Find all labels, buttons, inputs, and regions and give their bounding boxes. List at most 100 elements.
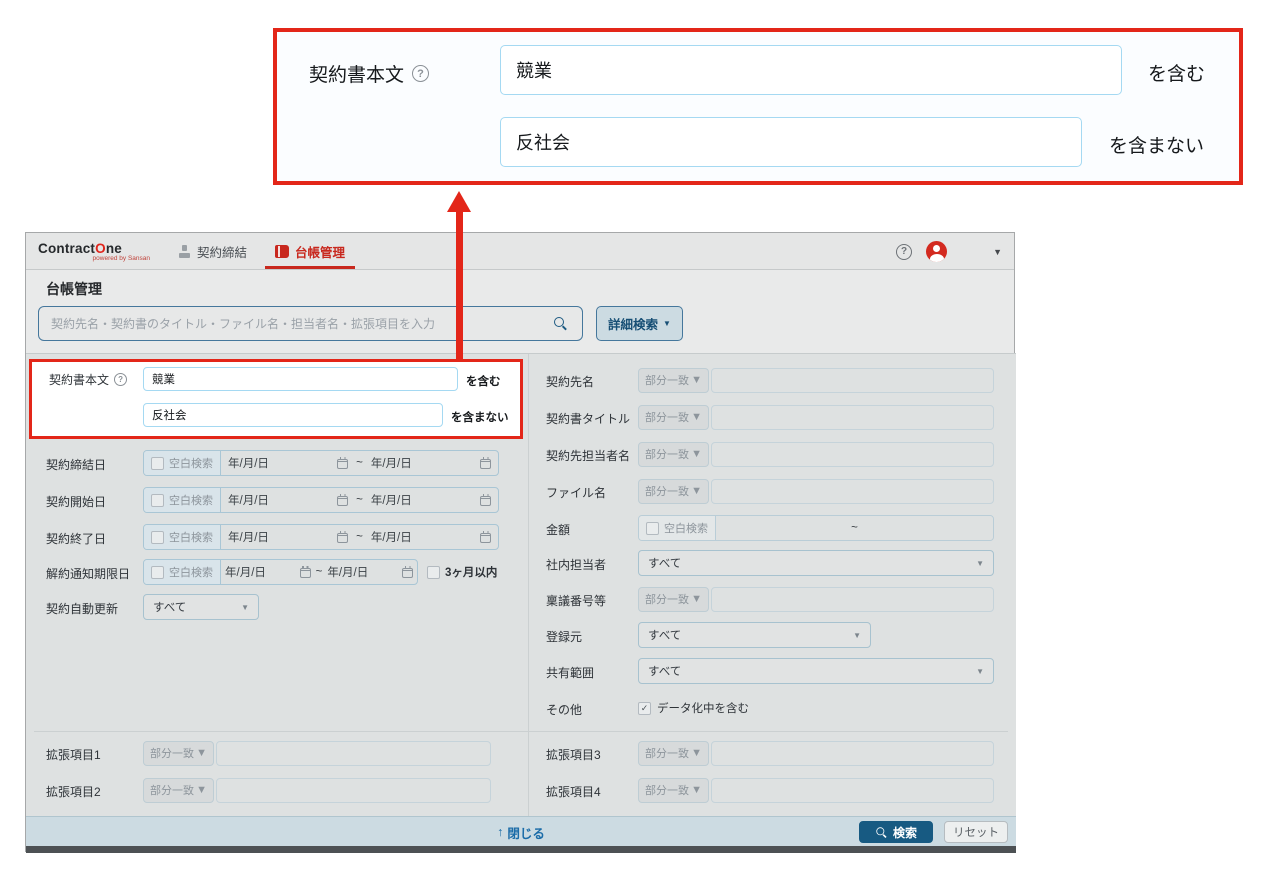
partner-contact-input[interactable] <box>711 442 994 467</box>
form-footer: ↑ 閉じる 検索 リセット <box>26 816 1016 846</box>
tab-ledger-management[interactable]: 台帳管理 <box>265 233 355 269</box>
contract-title-match-select[interactable]: 部分一致 ▼ <box>638 405 709 430</box>
reset-button[interactable]: リセット <box>944 821 1008 843</box>
user-avatar[interactable] <box>926 241 947 262</box>
search-submit-button[interactable]: 検索 <box>859 821 933 843</box>
ext-2-match-select[interactable]: 部分一致 ▼ <box>143 778 214 803</box>
checkbox-checked-icon[interactable]: ✓ <box>638 702 651 715</box>
contract-body-exclude-input[interactable] <box>143 403 443 427</box>
date-from-input[interactable]: 年/月/日 <box>221 451 355 475</box>
amount-range-inputs[interactable]: ~ <box>716 516 993 540</box>
callout-exclude-input[interactable] <box>500 117 1082 167</box>
calendar-icon[interactable] <box>337 459 348 469</box>
field-row-cancel-notice: 空白検索 年/月/日 ~ 年/月/日 3ヶ月以内 <box>143 559 497 585</box>
callout-include-input[interactable] <box>500 45 1122 95</box>
callout-include-suffix: を含む <box>1148 59 1205 86</box>
chevron-down-icon: ▼ <box>691 485 702 497</box>
contract-one-logo[interactable]: ContractOne powered by Sansan <box>38 233 150 269</box>
ext-4-input[interactable] <box>711 778 994 803</box>
chevron-down-icon: ▼ <box>241 603 249 612</box>
field-row-auto-renew: すべて ▼ <box>143 594 259 620</box>
search-icon[interactable] <box>554 317 567 330</box>
field-row-contract-date: 空白検索 年/月/日 ~ 年/月/日 <box>143 450 499 476</box>
help-icon[interactable]: ? <box>896 244 912 260</box>
calendar-icon[interactable] <box>300 568 311 578</box>
include-digitizing-option[interactable]: ✓ データ化中を含む <box>638 700 749 716</box>
contract-body-label-text: 契約書本文 <box>309 60 404 87</box>
chevron-down-icon: ▼ <box>976 559 984 568</box>
auto-renew-select[interactable]: すべて ▼ <box>143 594 259 620</box>
field-label-registration-source: 登録元 <box>546 628 582 645</box>
contract-body-callout: 契約書本文 ? を含む を含まない <box>273 28 1243 185</box>
calendar-icon[interactable] <box>337 533 348 543</box>
date-to-input[interactable]: 年/月/日 <box>364 525 498 549</box>
date-from-input[interactable]: 年/月/日 <box>221 488 355 512</box>
ext-4-match-select[interactable]: 部分一致 ▼ <box>638 778 709 803</box>
checkbox-icon[interactable] <box>646 522 659 535</box>
range-tilde: ~ <box>850 522 859 534</box>
partner-name-match-select[interactable]: 部分一致 ▼ <box>638 368 709 393</box>
ext-2-input[interactable] <box>216 778 491 803</box>
ext-3-input[interactable] <box>711 741 994 766</box>
help-icon[interactable]: ? <box>412 65 429 82</box>
calendar-icon[interactable] <box>480 496 491 506</box>
contract-body-field-label: 契約書本文 ? <box>49 371 127 388</box>
field-label-ext-3: 拡張項目3 <box>546 746 601 763</box>
blank-search-option[interactable]: 空白検索 <box>144 451 221 475</box>
date-to-input[interactable]: 年/月/日 <box>364 488 498 512</box>
contract-body-callout-label: 契約書本文 ? <box>309 60 429 87</box>
ext-1-match-select[interactable]: 部分一致 ▼ <box>143 741 214 766</box>
field-label-ext-4: 拡張項目4 <box>546 783 601 800</box>
checkbox-icon[interactable] <box>151 457 164 470</box>
within-3-months-option[interactable]: 3ヶ月以内 <box>427 564 497 580</box>
callout-arrow-head-icon <box>447 191 471 212</box>
date-to-input[interactable]: 年/月/日 <box>364 451 498 475</box>
file-name-input[interactable] <box>711 479 994 504</box>
checkbox-icon[interactable] <box>151 494 164 507</box>
partner-name-input[interactable] <box>711 368 994 393</box>
checkbox-icon[interactable] <box>427 566 440 579</box>
date-from-input[interactable]: 年/月/日 <box>221 560 315 584</box>
contract-title-input[interactable] <box>711 405 994 430</box>
field-row-internal-manager: すべて ▼ <box>638 550 994 576</box>
contract-body-section-highlighted: 契約書本文 ? を含む を含まない <box>29 359 523 439</box>
arrow-up-icon: ↑ <box>497 825 503 839</box>
calendar-icon[interactable] <box>480 533 491 543</box>
stamp-icon <box>178 245 191 258</box>
ext-1-input[interactable] <box>216 741 491 766</box>
header-right-actions: ? ▼ <box>896 233 1014 270</box>
blank-search-option[interactable]: 空白検索 <box>639 516 716 540</box>
file-name-match-select[interactable]: 部分一致 ▼ <box>638 479 709 504</box>
field-label-ext-2: 拡張項目2 <box>46 783 101 800</box>
blank-search-option[interactable]: 空白検索 <box>144 488 221 512</box>
checkbox-icon[interactable] <box>151 531 164 544</box>
registration-source-select[interactable]: すべて ▼ <box>638 622 871 648</box>
tab-contract-sign-label: 契約締結 <box>197 242 247 261</box>
ringi-number-match-select[interactable]: 部分一致 ▼ <box>638 587 709 612</box>
calendar-icon[interactable] <box>480 459 491 469</box>
calendar-icon[interactable] <box>402 568 413 578</box>
field-row-ringi-number: 部分一致 ▼ <box>638 586 994 612</box>
contract-body-include-input[interactable] <box>143 367 458 391</box>
field-label-start-date: 契約開始日 <box>46 493 106 510</box>
cancel-notice-range-group: 空白検索 年/月/日 ~ 年/月/日 <box>143 559 418 585</box>
calendar-icon[interactable] <box>337 496 348 506</box>
advanced-search-button[interactable]: 詳細検索 ▼ <box>596 306 683 341</box>
partner-contact-match-select[interactable]: 部分一致 ▼ <box>638 442 709 467</box>
page-title: 台帳管理 <box>46 279 102 299</box>
blank-search-option[interactable]: 空白検索 <box>144 560 221 584</box>
help-icon[interactable]: ? <box>114 373 127 386</box>
internal-manager-select[interactable]: すべて ▼ <box>638 550 994 576</box>
share-scope-select[interactable]: すべて ▼ <box>638 658 994 684</box>
search-input[interactable] <box>38 306 583 341</box>
tab-contract-sign[interactable]: 契約締結 <box>168 233 257 269</box>
ringi-number-input[interactable] <box>711 587 994 612</box>
field-label-auto-renew: 契約自動更新 <box>46 600 118 617</box>
checkbox-icon[interactable] <box>151 566 164 579</box>
chevron-down-icon[interactable]: ▼ <box>993 247 1002 257</box>
date-from-input[interactable]: 年/月/日 <box>221 525 355 549</box>
blank-search-option[interactable]: 空白検索 <box>144 525 221 549</box>
field-label-share-scope: 共有範囲 <box>546 664 594 681</box>
ext-3-match-select[interactable]: 部分一致 ▼ <box>638 741 709 766</box>
date-to-input[interactable]: 年/月/日 <box>323 560 417 584</box>
